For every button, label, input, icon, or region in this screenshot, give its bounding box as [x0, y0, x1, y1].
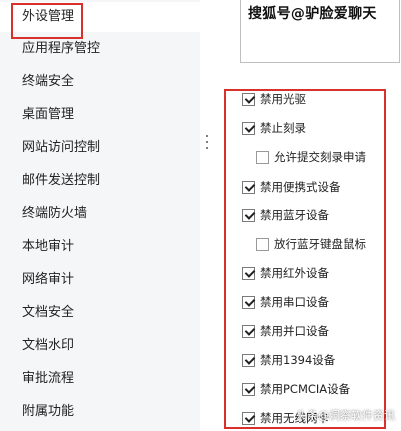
sidebar-item-label: 邮件发送控制: [22, 173, 101, 188]
sidebar-item-label: 审批流程: [22, 371, 75, 386]
checkbox-checked[interactable]: [242, 382, 255, 396]
option-disable-cdrom[interactable]: 禁用光驱: [242, 91, 306, 109]
checkbox-checked[interactable]: [242, 411, 255, 425]
option-label: 禁用光驱: [260, 92, 306, 106]
sidebar-item-local-audit[interactable]: 本地审计: [0, 232, 200, 262]
option-disable-1394[interactable]: 禁用1394设备: [242, 350, 335, 370]
sidebar-item-label: 应用程序管控: [22, 41, 101, 56]
checkbox-checked[interactable]: [242, 353, 255, 367]
watermark-preview-box: 搜狐号@驴脸爱聊天: [240, 0, 400, 63]
sidebar-item-app-control[interactable]: 应用程序管控: [0, 34, 200, 64]
sidebar-item-network-audit[interactable]: 网络审计: [0, 265, 200, 295]
option-disable-burning[interactable]: 禁止刻录: [242, 118, 306, 138]
sidebar-item-email-control[interactable]: 邮件发送控制: [0, 166, 200, 196]
sidebar-item-endpoint-security[interactable]: 终端安全: [0, 67, 200, 97]
checkbox-checked[interactable]: [242, 180, 255, 194]
option-label: 禁用PCMCIA设备: [260, 382, 351, 396]
option-disable-parallel-port[interactable]: 禁用并口设备: [242, 321, 329, 341]
checkbox-checked[interactable]: [242, 266, 255, 280]
option-label: 允许提交刻录申请: [274, 150, 366, 164]
option-disable-serial-port[interactable]: 禁用串口设备: [242, 292, 329, 312]
option-label: 禁止刻录: [260, 121, 306, 135]
checkbox-checked[interactable]: [242, 295, 255, 309]
sidebar-item-label: 终端防火墙: [22, 206, 88, 221]
checkbox-checked[interactable]: [242, 121, 255, 135]
sidebar-item-desktop-management[interactable]: 桌面管理: [0, 100, 200, 130]
sidebar-item-document-watermark[interactable]: 文档水印: [0, 331, 200, 361]
sidebar-item-document-security[interactable]: 文档安全: [0, 298, 200, 328]
sidebar-item-endpoint-firewall[interactable]: 终端防火墙: [0, 199, 200, 229]
option-allow-burn-request[interactable]: 允许提交刻录申请: [256, 147, 366, 167]
checkbox-checked[interactable]: [242, 92, 255, 106]
option-disable-infrared[interactable]: 禁用红外设备: [242, 263, 329, 283]
checkbox-unchecked[interactable]: [256, 237, 269, 251]
sidebar-item-label: 附属功能: [22, 404, 75, 419]
sidebar-item-label: 文档水印: [22, 338, 75, 353]
sidebar-item-label: 文档安全: [22, 305, 75, 320]
sidebar-item-label: 网站访问控制: [22, 140, 101, 155]
checkbox-unchecked[interactable]: [256, 150, 269, 164]
sidebar-item-auxiliary-functions[interactable]: 附属功能: [0, 397, 200, 427]
sidebar-item-label: 桌面管理: [22, 107, 75, 122]
panel-splitter-handle[interactable]: [205, 134, 209, 152]
option-disable-pcmcia[interactable]: 禁用PCMCIA设备: [242, 379, 350, 399]
preview-watermark-text: 搜狐号@驴脸爱聊天: [248, 6, 377, 22]
option-label: 禁用红外设备: [260, 266, 329, 280]
option-label: 禁用并口设备: [260, 324, 329, 338]
footer-watermark-text: 头条@洞察软件资讯: [296, 409, 395, 422]
device-options-panel: 禁用光驱 禁止刻录 允许提交刻录申请 禁用便携式设备 禁用蓝牙设备 放行蓝牙键盘…: [224, 89, 386, 429]
option-label: 禁用1394设备: [260, 353, 336, 367]
option-disable-portable-devices[interactable]: 禁用便携式设备: [242, 177, 341, 197]
sidebar-item-web-access-control[interactable]: 网站访问控制: [0, 133, 200, 163]
sidebar-item-label: 终端安全: [22, 74, 75, 89]
sidebar-item-label: 本地审计: [22, 239, 75, 254]
sidebar-item-approval-flow[interactable]: 审批流程: [0, 364, 200, 394]
sidebar: 外设管理 应用程序管控 终端安全 桌面管理 网站访问控制 邮件发送控制 终端防火…: [0, 0, 200, 431]
sidebar-item-label: 网络审计: [22, 272, 75, 287]
option-label: 禁用蓝牙设备: [260, 208, 329, 222]
option-label: 禁用串口设备: [260, 295, 329, 309]
option-disable-bluetooth[interactable]: 禁用蓝牙设备: [242, 205, 329, 225]
option-label: 禁用便携式设备: [260, 180, 341, 194]
option-allow-bluetooth-keyboard-mouse[interactable]: 放行蓝牙键盘鼠标: [256, 234, 366, 254]
option-label: 放行蓝牙键盘鼠标: [274, 237, 366, 251]
checkbox-checked[interactable]: [242, 324, 255, 338]
checkbox-checked[interactable]: [242, 208, 255, 222]
